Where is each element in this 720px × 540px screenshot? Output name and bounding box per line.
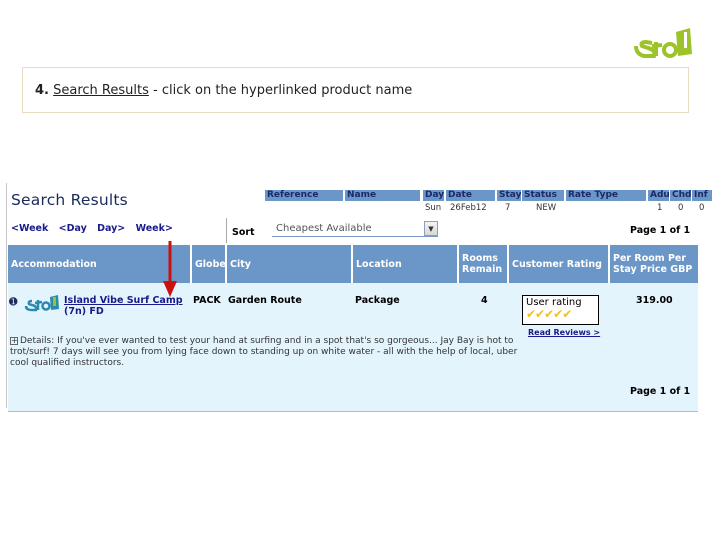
product-details: + Details: If you've ever wanted to test …: [10, 336, 520, 369]
step-number: 4.: [35, 83, 49, 98]
result-row: ➊ Island Vibe Surf Camp (7n) FD PACK Gar…: [8, 283, 698, 412]
next-day-link[interactable]: Day>: [97, 223, 125, 234]
user-rating-box: User rating ✔✔✔✔✔: [522, 295, 599, 325]
ref-infants-value: 0: [699, 203, 705, 213]
chevron-down-icon[interactable]: ▼: [424, 221, 438, 236]
ref-header-adults: Adu: [648, 190, 669, 201]
sta-logo-icon: [634, 28, 692, 58]
ref-header-stay: Stay: [497, 190, 521, 201]
results-table: Accommodation Globe City Location Rooms …: [8, 245, 698, 412]
date-navigation: <Week <Day Day> Week>: [11, 223, 178, 234]
info-icon[interactable]: ➊: [9, 297, 17, 308]
col-price: Per Room Per Stay Price GBP: [610, 245, 698, 283]
ref-header-children: Chd: [670, 190, 691, 201]
panel-border: [6, 183, 7, 408]
ref-day-value: Sun: [425, 203, 442, 213]
rating-checkmarks-icon: ✔✔✔✔✔: [526, 307, 572, 321]
ref-header-date: Date: [446, 190, 495, 201]
ref-header-reference: Reference: [265, 190, 343, 201]
product-duration: (7n) FD: [64, 306, 104, 317]
read-reviews-link[interactable]: Read Reviews >: [528, 328, 600, 337]
sort-select[interactable]: Cheapest Available ▼: [272, 221, 438, 237]
details-text: Details: If you've ever wanted to test y…: [10, 336, 518, 368]
instruction-text: - click on the hyperlinked product name: [148, 83, 413, 98]
red-arrow-icon: [163, 241, 177, 297]
ref-header-day: Day: [423, 190, 444, 201]
expand-icon[interactable]: +: [10, 337, 18, 345]
ref-header-name: Name: [345, 190, 420, 201]
location-value: Package: [355, 295, 400, 306]
prev-day-link[interactable]: <Day: [59, 223, 87, 234]
page-indicator-bottom: Page 1 of 1: [630, 386, 691, 397]
rooms-remain-value: 4: [481, 295, 488, 306]
sta-logo-icon: [24, 295, 59, 312]
col-city: City: [227, 245, 351, 283]
page-indicator-top: Page 1 of 1: [630, 225, 691, 236]
divider: [226, 218, 227, 243]
search-results-link[interactable]: Search Results: [53, 83, 149, 98]
instruction-box: 4. Search Results - click on the hyperli…: [22, 67, 689, 113]
ref-date-value: 26Feb12: [450, 203, 487, 213]
next-week-link[interactable]: Week>: [136, 223, 173, 234]
ref-stay-value: 7: [505, 203, 511, 213]
search-results-panel: Search Results Reference Name Day Date S…: [6, 183, 716, 412]
ref-header-rate-type: Rate Type: [566, 190, 646, 201]
ref-adults-value: 1: [657, 203, 663, 213]
col-rooms-remain: Rooms Remain: [459, 245, 507, 283]
price-value: 319.00: [636, 295, 673, 306]
sort-label: Sort: [232, 227, 255, 238]
col-globe: Globe: [192, 245, 226, 283]
col-customer-rating: Customer Rating: [509, 245, 608, 283]
ref-status-value: NEW: [536, 203, 557, 213]
globe-value: PACK: [193, 295, 221, 306]
ref-header-status: Status: [522, 190, 564, 201]
results-header: Accommodation Globe City Location Rooms …: [8, 245, 698, 283]
prev-week-link[interactable]: <Week: [11, 223, 48, 234]
ref-header-infants: Inf: [692, 190, 712, 201]
sort-value: Cheapest Available: [276, 223, 372, 234]
ref-children-value: 0: [678, 203, 684, 213]
col-location: Location: [353, 245, 457, 283]
page-title: Search Results: [11, 191, 128, 209]
city-value: Garden Route: [228, 295, 302, 306]
